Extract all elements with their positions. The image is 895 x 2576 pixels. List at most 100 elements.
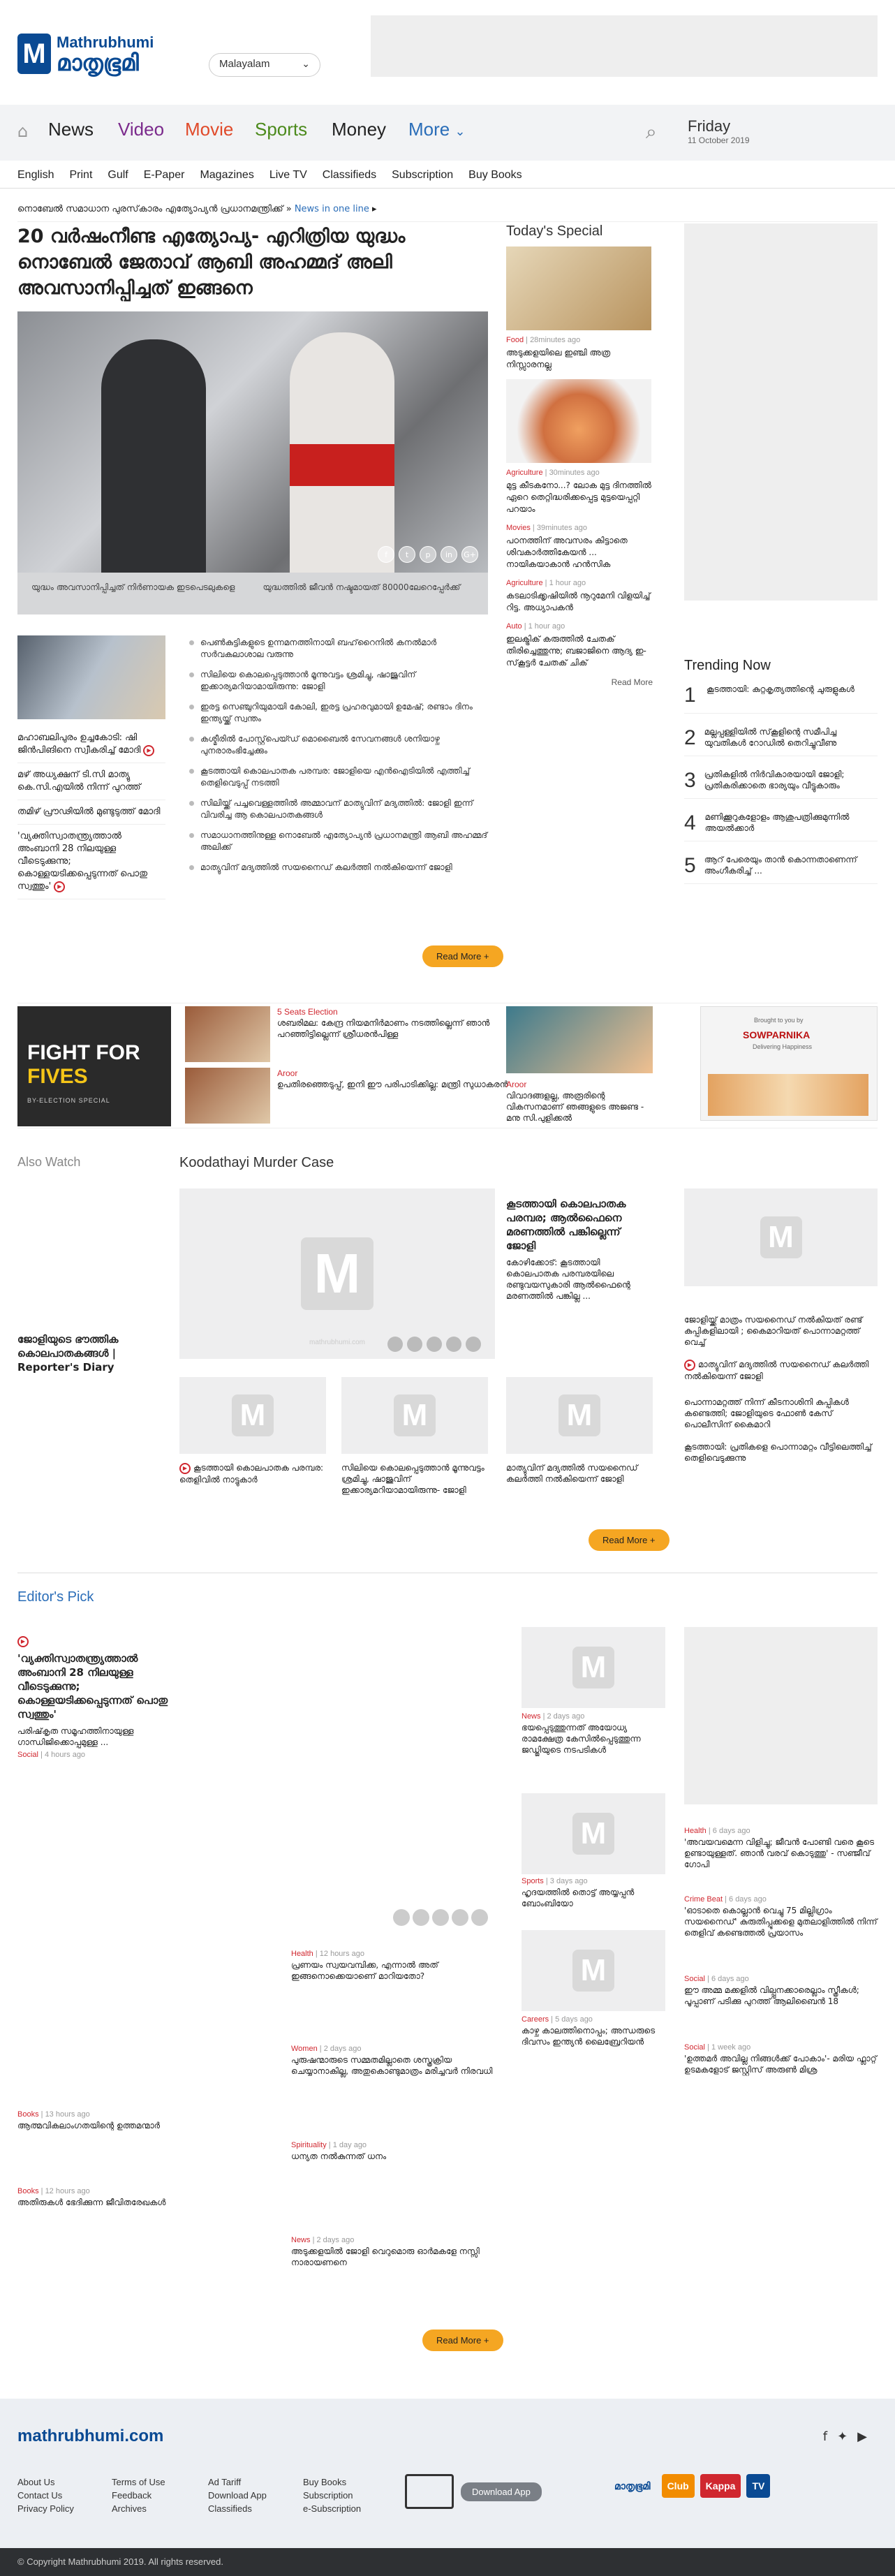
story-image[interactable]: M (522, 1627, 665, 1708)
story-image[interactable] (506, 1006, 653, 1073)
news-in-one-line-link[interactable]: News in one line (295, 204, 369, 214)
list-item[interactable]: മഹാബലിപുരം ഉച്ചകോടി: ഷി ജിന്‍പിങിനെ സ്വീ… (17, 726, 165, 763)
brand-logo[interactable]: മാതൃഭൂമി (609, 2474, 656, 2498)
search-icon[interactable]: ⌕ (646, 120, 657, 144)
list-item[interactable]: കശ്മീരില്‍ പോസ്റ്റ്‌പെയ്ഡ് മൊബൈല്‍ സേവനങ… (189, 733, 488, 757)
brand-logo[interactable]: Club (661, 2474, 695, 2498)
home-icon[interactable]: ⌂ (17, 122, 28, 141)
trending-item[interactable]: 4 മണിക്കൂറുകളോളം ആശുപത്രിക്കുമുന്നില്‍ അയ… (684, 811, 878, 841)
linkedin-icon[interactable] (452, 1909, 468, 1926)
footer-link[interactable]: Download App (208, 2489, 267, 2502)
site-logo[interactable]: M Mathrubhumi മാതൃഭൂമി (17, 34, 154, 74)
nav-sports[interactable]: Sports (255, 119, 307, 140)
story-image[interactable]: M (522, 1930, 665, 2011)
story-image[interactable]: M (522, 1793, 665, 1874)
read-more-button[interactable]: Read More + (422, 945, 503, 967)
footer-link[interactable]: Contact Us (17, 2489, 74, 2502)
today-read-more-link[interactable]: Read More (506, 677, 653, 687)
trending-item[interactable]: 5 ആറ് പേരെയും താന്‍ കൊന്നതാണെന്ന് അംഗീകരി… (684, 854, 878, 884)
trending-item[interactable]: 1 കൂടത്തായി: കുറ്റകൃത്യത്തിന്റെ ചുരുളുകള്… (684, 684, 878, 714)
nav-movie[interactable]: Movie (185, 119, 233, 140)
whatsapp-icon[interactable] (471, 1909, 488, 1926)
special-card[interactable]: Agriculture | 1 hour ago കടലാടിക്കൃഷിയില… (506, 579, 653, 614)
read-more-button[interactable]: Read More + (589, 1529, 670, 1551)
editors-item[interactable]: News | 2 days ago ഭയപ്പെടുത്തുന്നത് അയോധ്… (522, 1711, 668, 1756)
subnav-subscription[interactable]: Subscription (392, 169, 453, 188)
subnav-gulf[interactable]: Gulf (108, 169, 128, 188)
list-item[interactable]: 'വ്യക്തിസ്വാതന്ത്ര്യത്താല്‍ അംബാനി 28 നി… (17, 825, 165, 899)
footer-link[interactable]: Privacy Policy (17, 2502, 74, 2515)
linkedin-icon[interactable]: in (441, 546, 457, 563)
facebook-icon[interactable] (393, 1909, 410, 1926)
subnav-print[interactable]: Print (69, 169, 92, 188)
brand-logo[interactable]: TV (746, 2474, 771, 2498)
fight-for-fives-banner[interactable]: FIGHT FOR FIVES BY-ELECTION SPECIAL (17, 1006, 171, 1126)
footer-link[interactable]: Ad Tariff (208, 2475, 267, 2489)
side-story-image[interactable] (17, 635, 165, 719)
caption[interactable]: യുദ്ധം അവസാനിപ്പിച്ചത് നിർണായക ഇടപെടലുകള… (31, 582, 235, 605)
editors-item[interactable]: Careers | 5 days ago കാഴ്ച കാലത്തിനൊപ്പം;… (522, 2014, 668, 2047)
sponsor-banner[interactable]: Brought to you by SOWPARNIKA Delivering … (700, 1006, 878, 1121)
list-item[interactable]: തമിഴ് പ്രൗഢിയില്‍ മുണ്ടുടുത്ത് മോദി (17, 800, 165, 825)
whatsapp-icon[interactable] (466, 1337, 481, 1352)
special-card[interactable]: Movies | 39minutes ago പഠനത്തിന് അവസരം ക… (506, 524, 653, 571)
lead-headline[interactable]: 20 വര്‍ഷംനീണ്ട എത്യോപ്യ- എറിത്രിയ യുദ്ധം… (17, 223, 488, 301)
trending-item[interactable]: 2 മല്ലപ്പള്ളിയില്‍ സ്‌കൂളിന്റെ സമീപിച്ച യ… (684, 726, 878, 756)
election-story[interactable]: Aroor ഉപതിരഞ്ഞെടുപ്പ്, ഇനി ഈ പരിപാടിക്കി… (277, 1068, 515, 1090)
footer-site-name[interactable]: mathrubhumi.com (17, 2427, 163, 2446)
story-image[interactable] (185, 1006, 270, 1062)
editors-item[interactable]: Sports | 3 days ago ഹൃദയത്തില്‍ തൊട്ട് അയ… (522, 1876, 668, 1909)
nav-more[interactable]: More ⌄ (408, 119, 466, 140)
story-image[interactable]: M (506, 1377, 653, 1454)
list-item[interactable]: ▶ കൂടത്തായി കൊലപാതക പരമ്പര: തെളിവില്‍ നാട… (179, 1462, 326, 1485)
also-watch-story[interactable]: ജോളിയുടെ ഭൗത്തിക കൊലപാതകങ്ങള്‍ | Reporte… (17, 1332, 157, 1374)
list-item[interactable]: കൂടത്തായി കൊലപാതക പരമ്പര: ജോളിയെ എന്‍ഐടി… (189, 765, 488, 789)
video-thumbnail[interactable]: Mmathrubhumi.com (179, 1188, 495, 1359)
subnav-magazines[interactable]: Magazines (200, 169, 253, 188)
subnav-classifieds[interactable]: Classifieds (323, 169, 376, 188)
editors-lead[interactable]: ▶ 'വ്യക്തിസ്വാതന്ത്ര്യത്താല്‍ അംബാനി 28 … (17, 1634, 179, 1759)
pinterest-icon[interactable]: p (420, 546, 436, 563)
footer-link[interactable]: Buy Books (303, 2475, 361, 2489)
youtube-icon[interactable]: ▶ (857, 2429, 867, 2444)
koodathayi-lead[interactable]: കൂടത്തായി കൊലപാതക പരമ്പര; ആല്‍ഫൈനെ മരണത്… (506, 1197, 653, 1302)
editors-item[interactable]: Spirituality | 1 day ago ധന്യത നല്‍കുന്നത… (291, 2140, 501, 2162)
subnav-english[interactable]: English (17, 169, 54, 188)
pinterest-icon[interactable] (432, 1909, 449, 1926)
list-item[interactable]: ജോളിയ്ക്ക് മാത്രം സയനൈഡ് നല്‍കിയത് രണ്ട്… (684, 1314, 878, 1348)
list-item[interactable]: സിലിയ്ക്ക് പച്ചവെള്ളത്തില്‍ അമ്മാവന് മാത… (189, 797, 488, 821)
editors-item[interactable]: Crime Beat | 6 days ago 'ഓടാതെ കൊല്ലാന്‍ … (684, 1894, 878, 1938)
language-selector[interactable]: Malayalam ⌄ (209, 53, 320, 77)
facebook-icon[interactable] (387, 1337, 403, 1352)
list-item[interactable]: മഴ് അധ്യക്ഷന് ടി.സി മാത്യു കെ.സി.എയില്‍ … (17, 763, 165, 800)
list-item[interactable]: ഇരട്ട സെഞ്ചുറിയുമായി കോലി, ഇരട്ട പ്രഹരവു… (189, 701, 488, 725)
editors-item[interactable]: Health | 12 hours ago പ്രണയം സ്വയവമ്പിക്ക… (291, 1948, 501, 1982)
facebook-icon[interactable]: f (823, 2429, 827, 2444)
twitter-icon[interactable] (413, 1909, 429, 1926)
story-image[interactable]: M (179, 1377, 326, 1454)
editors-item[interactable]: News | 2 days ago അടുക്കളയില്‍ ജോളി വെറുമ… (291, 2235, 501, 2268)
list-item[interactable]: കൂടത്തായി: പ്രതികളെ പൊന്നാമറ്റം വീട്ടിലെ… (684, 1441, 878, 1464)
editors-item[interactable]: Health | 6 days ago 'അവയവമെന്ന വിളിച്ചു; … (684, 1825, 878, 1870)
election-story[interactable]: Aroor വിവാദങ്ങളല്ല, അരൂരിന്റെ വികസനമാണ് … (506, 1079, 653, 1124)
list-item[interactable]: സമാധാനത്തിനുള്ള നൊബേല്‍ എത്യോപ്യന്‍ പ്രധ… (189, 830, 488, 853)
nav-video[interactable]: Video (118, 119, 164, 140)
editors-item[interactable]: Books | 13 hours ago ആത്മവികലാംഗതയിന്റെ ഉ… (17, 2109, 171, 2131)
footer-link[interactable]: Terms of Use (112, 2475, 165, 2489)
subnav-buybooks[interactable]: Buy Books (468, 169, 522, 188)
election-story[interactable]: 5 Seats Election ശബരിമല: കേന്ദ്ര നിയമനിര… (277, 1006, 515, 1040)
list-item[interactable]: സിലിയെ കൊലപ്പെടുത്താന്‍ മൂന്നുവട്ടം ശ്രമ… (341, 1462, 488, 1496)
editors-item[interactable]: Social | 1 week ago 'ഉത്തമര്‍ അവില്ല നിങ്… (684, 2042, 878, 2075)
footer-link[interactable]: Feedback (112, 2489, 165, 2502)
lead-story[interactable]: 20 വര്‍ഷംനീണ്ട എത്യോപ്യ- എറിത്രിയ യുദ്ധം… (17, 223, 488, 301)
footer-link[interactable]: e-Subscription (303, 2502, 361, 2515)
list-item[interactable]: ▶ മാത്യുവിന് മദ്യത്തില്‍ സയനൈഡ് കലര്‍ത്തി… (684, 1359, 878, 1382)
trending-item[interactable]: 3 പ്രതികളില്‍ നിര്‍വികാരയായി ജോളി; പ്രതിക… (684, 769, 878, 799)
brand-logo[interactable]: Kappa (700, 2474, 741, 2498)
nav-news[interactable]: News (48, 119, 94, 140)
list-item[interactable]: മാത്യുവിന് മദ്യത്തില്‍ സയനൈഡ് കലര്‍ത്തി … (189, 862, 488, 874)
story-image[interactable]: M (341, 1377, 488, 1454)
editors-item[interactable]: Social | 6 days ago ഈ അമ്മ മക്കളില്‍ വില്… (684, 1973, 878, 2007)
story-image[interactable]: M (684, 1188, 878, 1286)
footer-link[interactable]: About Us (17, 2475, 74, 2489)
